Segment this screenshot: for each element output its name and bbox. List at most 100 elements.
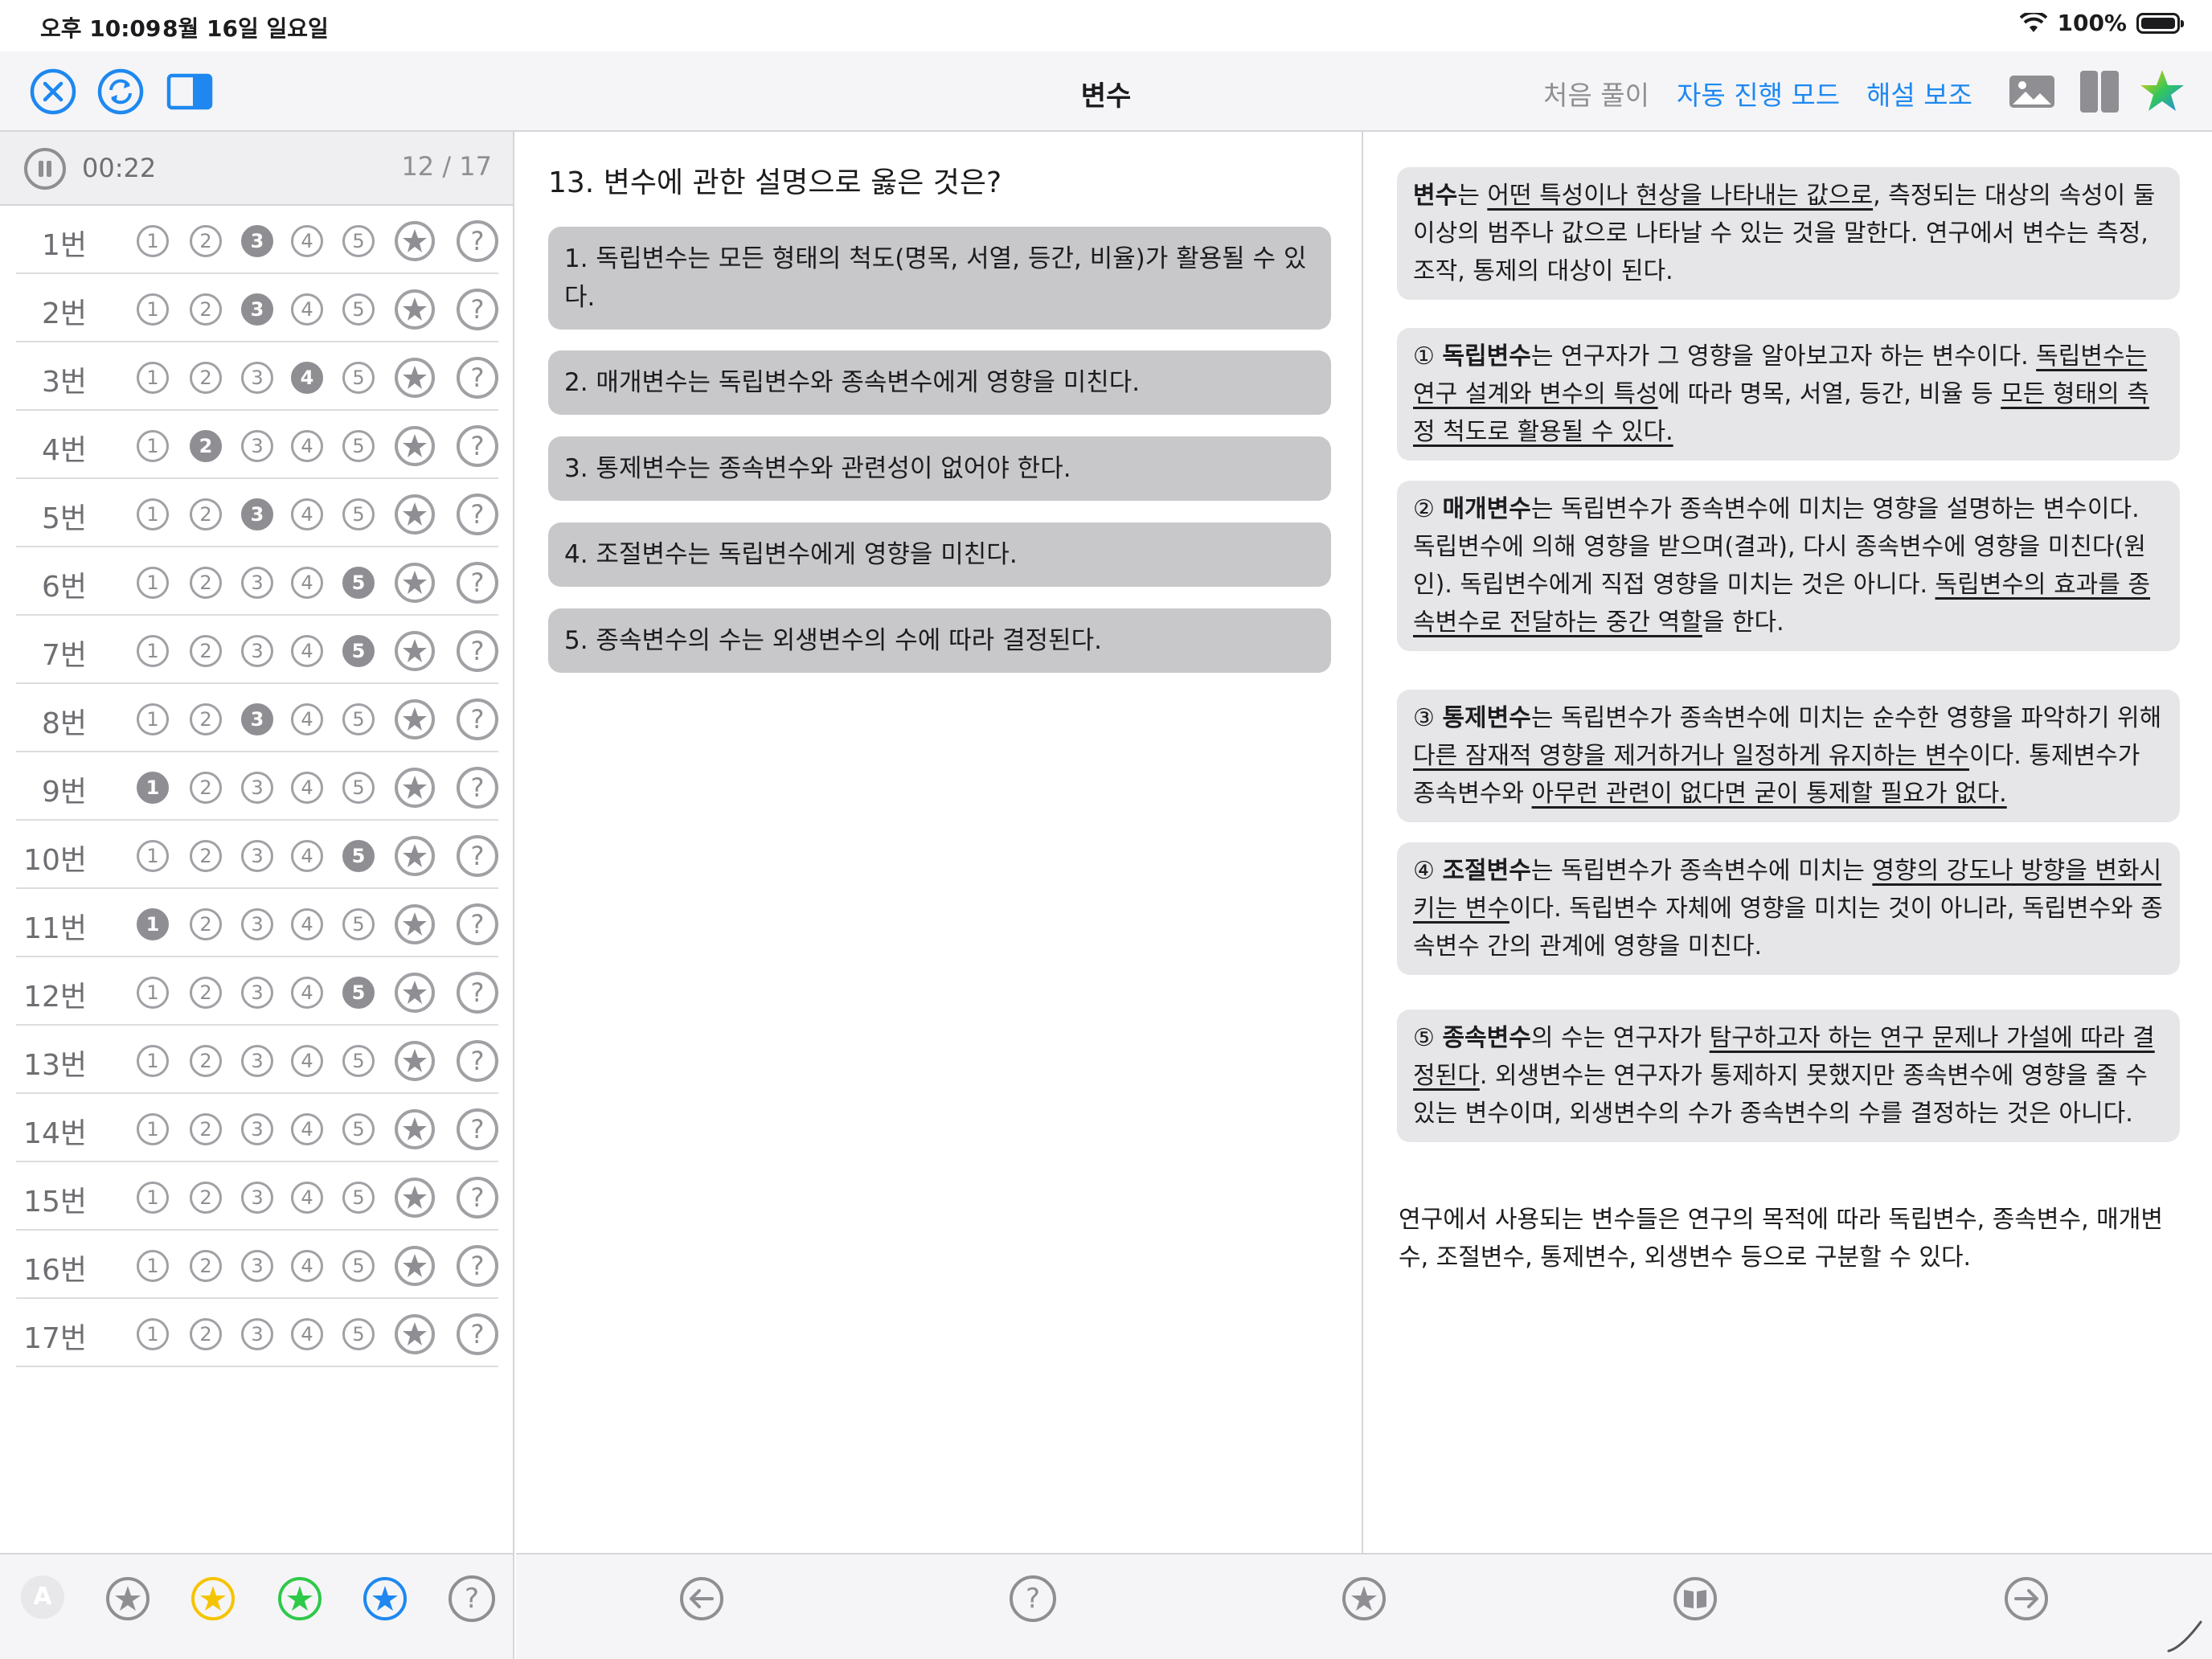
option-bubble-4[interactable]: 4 [291,772,323,804]
option-bubble-2[interactable]: 2 [190,840,222,872]
question-help-icon[interactable]: ? [457,1313,498,1355]
favorite-star-icon[interactable] [2138,68,2186,116]
pause-icon[interactable] [24,148,66,190]
question-help-icon[interactable]: ? [457,1108,498,1150]
option-bubble-5[interactable]: 5 [342,977,375,1009]
option-bubble-5[interactable]: 5 [342,362,375,394]
question-help-icon[interactable]: ? [457,1245,498,1287]
option-bubble-3[interactable]: 3 [241,635,273,667]
option-bubble-3[interactable]: 3 [241,703,273,735]
question-help-icon[interactable]: ? [457,835,498,877]
question-help-icon[interactable]: ? [457,1177,498,1219]
question-help-icon[interactable]: ? [457,425,498,467]
star-icon[interactable] [394,767,436,809]
option-bubble-4[interactable]: 4 [291,1318,323,1350]
option-bubble-2[interactable]: 2 [190,908,222,940]
option-bubble-1[interactable]: 1 [137,840,169,872]
star-icon[interactable] [394,289,436,330]
choice-1[interactable]: 1. 독립변수는 모든 형태의 척도(명목, 서열, 등간, 비율)가 활용될 … [548,227,1331,330]
option-bubble-5[interactable]: 5 [342,1250,375,1282]
option-bubble-1[interactable]: 1 [137,635,169,667]
option-bubble-2[interactable]: 2 [190,1045,222,1077]
star-icon[interactable] [394,972,436,1014]
sidebar-toggle-icon[interactable] [166,68,214,116]
star-green-icon[interactable] [276,1575,323,1622]
hint-help-icon[interactable]: ? [1010,1575,1056,1622]
choice-2[interactable]: 2. 매개변수는 독립변수와 종속변수에게 영향을 미친다. [548,350,1331,415]
option-bubble-1[interactable]: 1 [137,1318,169,1350]
book-icon[interactable] [1672,1575,1718,1622]
star-icon[interactable] [394,1313,436,1355]
question-number-label[interactable]: 16번 [16,1247,87,1288]
star-icon[interactable] [394,425,436,467]
option-bubble-3[interactable]: 3 [241,840,273,872]
option-bubble-2[interactable]: 2 [190,498,222,530]
first-solve-button[interactable]: 처음 풀이 [1543,74,1649,113]
option-bubble-3[interactable]: 3 [241,908,273,940]
question-help-icon[interactable]: ? [457,698,498,740]
star-icon[interactable] [394,562,436,604]
option-bubble-5[interactable]: 5 [342,703,375,735]
option-bubble-2[interactable]: 2 [190,1182,222,1214]
option-bubble-3[interactable]: 3 [241,1250,273,1282]
star-icon[interactable] [394,1040,436,1082]
help-icon[interactable]: ? [449,1575,495,1622]
question-help-icon[interactable]: ? [457,972,498,1014]
question-help-icon[interactable]: ? [457,357,498,399]
option-bubble-4[interactable]: 4 [291,362,323,394]
next-arrow-icon[interactable] [2003,1575,2050,1622]
option-bubble-5[interactable]: 5 [342,498,375,530]
question-number-label[interactable]: 3번 [16,358,87,400]
question-number-label[interactable]: 10번 [16,837,87,879]
question-number-label[interactable]: 2번 [16,290,87,332]
split-view-icon[interactable] [2075,68,2124,116]
option-bubble-1[interactable]: 1 [137,908,169,940]
question-help-icon[interactable]: ? [457,1040,498,1082]
option-bubble-5[interactable]: 5 [342,908,375,940]
option-bubble-1[interactable]: 1 [137,362,169,394]
option-bubble-4[interactable]: 4 [291,908,323,940]
option-bubble-5[interactable]: 5 [342,1182,375,1214]
option-bubble-1[interactable]: 1 [137,1113,169,1145]
question-number-label[interactable]: 4번 [16,427,87,469]
star-icon[interactable] [394,494,436,535]
question-number-label[interactable]: 11번 [16,905,87,947]
option-bubble-5[interactable]: 5 [342,293,375,326]
option-bubble-1[interactable]: 1 [137,225,169,257]
close-icon[interactable] [29,68,77,116]
option-bubble-4[interactable]: 4 [291,1250,323,1282]
star-icon[interactable] [394,1108,436,1150]
star-blue-icon[interactable] [362,1575,408,1622]
option-bubble-3[interactable]: 3 [241,293,273,326]
question-help-icon[interactable]: ? [457,767,498,809]
question-number-label[interactable]: 17번 [16,1315,87,1357]
option-bubble-2[interactable]: 2 [190,362,222,394]
choice-4[interactable]: 4. 조절변수는 독립변수에게 영향을 미친다. [548,522,1331,587]
question-help-icon[interactable]: ? [457,289,498,330]
question-number-label[interactable]: 15번 [16,1178,87,1220]
option-bubble-4[interactable]: 4 [291,703,323,735]
option-bubble-4[interactable]: 4 [291,225,323,257]
option-bubble-1[interactable]: 1 [137,567,169,599]
previous-arrow-icon[interactable] [678,1575,725,1622]
question-number-label[interactable]: 13번 [16,1042,87,1083]
option-bubble-3[interactable]: 3 [241,362,273,394]
choice-5[interactable]: 5. 종속변수의 수는 외생변수의 수에 따라 결정된다. [548,608,1331,673]
star-icon[interactable] [394,1245,436,1287]
question-number-label[interactable]: 1번 [16,222,87,264]
option-bubble-1[interactable]: 1 [137,1045,169,1077]
question-number-label[interactable]: 7번 [16,632,87,674]
option-bubble-4[interactable]: 4 [291,840,323,872]
option-bubble-1[interactable]: 1 [137,1182,169,1214]
option-bubble-2[interactable]: 2 [190,567,222,599]
option-bubble-3[interactable]: 3 [241,1113,273,1145]
option-bubble-5[interactable]: 5 [342,225,375,257]
option-bubble-2[interactable]: 2 [190,293,222,326]
question-help-icon[interactable]: ? [457,562,498,604]
option-bubble-5[interactable]: 5 [342,840,375,872]
option-bubble-4[interactable]: 4 [291,430,323,462]
question-number-label[interactable]: 9번 [16,768,87,810]
option-bubble-2[interactable]: 2 [190,1318,222,1350]
option-bubble-3[interactable]: 3 [241,772,273,804]
option-bubble-1[interactable]: 1 [137,703,169,735]
